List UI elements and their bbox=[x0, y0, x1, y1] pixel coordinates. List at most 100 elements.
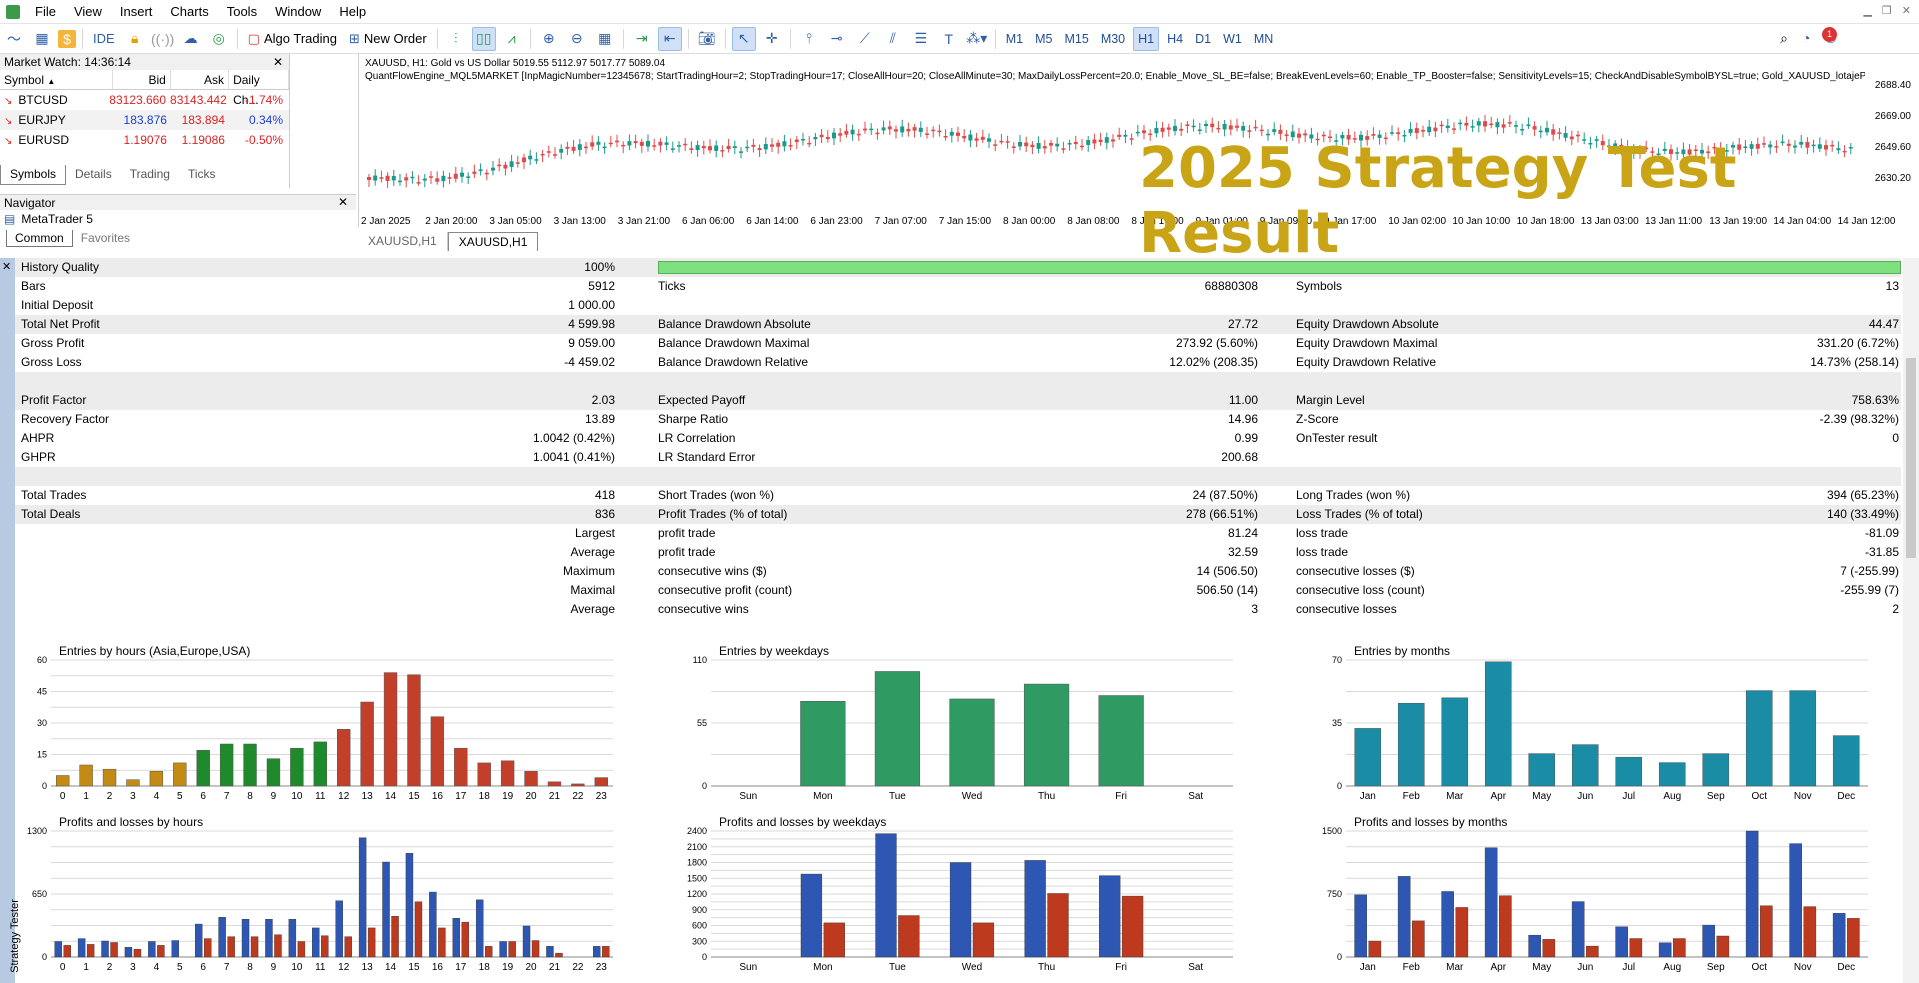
report-row: Average profit trade 32.59 loss trade -31.85 bbox=[15, 543, 1901, 562]
price-chart[interactable]: XAUUSD, H1: Gold vs US Dollar 5019.55 51… bbox=[358, 54, 1919, 266]
screenshot-icon[interactable]: 📷︎ bbox=[695, 27, 719, 51]
x-tick-label: Thu bbox=[1038, 962, 1055, 973]
signal-icon[interactable]: ((·)) bbox=[151, 27, 175, 51]
report-label: Total Net Profit bbox=[21, 317, 100, 331]
col-bid[interactable]: Bid bbox=[113, 70, 171, 89]
profiles-icon[interactable]: ▦ bbox=[30, 27, 54, 51]
tf-w1[interactable]: W1 bbox=[1219, 27, 1246, 51]
menu-tools[interactable]: Tools bbox=[218, 0, 266, 24]
market-row-eurjpy[interactable]: ↘ EURJPY 183.876 183.894 0.34% bbox=[0, 110, 289, 130]
profit-bar bbox=[101, 940, 109, 958]
candle bbox=[1427, 126, 1432, 133]
tf-m30[interactable]: M30 bbox=[1097, 27, 1129, 51]
chart-shift-icon[interactable]: ⇤ bbox=[657, 26, 682, 51]
vertical-line-icon[interactable]: ⫯ bbox=[797, 27, 821, 51]
bar bbox=[594, 777, 608, 787]
candle bbox=[422, 178, 427, 181]
vps-icon[interactable]: ◎ bbox=[207, 27, 231, 51]
tab-details[interactable]: Details bbox=[66, 165, 121, 185]
algo-trading-button[interactable]: ▢ Algo Trading bbox=[244, 27, 341, 51]
tf-mn[interactable]: MN bbox=[1250, 27, 1277, 51]
zoom-out-icon[interactable]: ⊖ bbox=[565, 27, 589, 51]
close-icon[interactable]: ✕ bbox=[338, 195, 348, 209]
cursor-icon[interactable]: ↖ bbox=[731, 26, 756, 51]
navigator-tabs: Common Favorites bbox=[6, 230, 138, 247]
report-value: 11.00 bbox=[1228, 393, 1258, 407]
channel-icon[interactable]: ⫽ bbox=[881, 27, 905, 51]
menu-file[interactable]: File bbox=[26, 0, 65, 24]
time-tick: 3 Jan 05:00 bbox=[489, 216, 542, 227]
autoscroll-icon[interactable]: ⇥ bbox=[630, 27, 654, 51]
y-tick-label: 1500 bbox=[1322, 826, 1342, 836]
tab-symbols[interactable]: Symbols bbox=[0, 165, 67, 185]
candle bbox=[1129, 138, 1134, 140]
menu-charts[interactable]: Charts bbox=[161, 0, 217, 24]
col-ask[interactable]: Ask bbox=[171, 70, 230, 89]
market-row-eurusd[interactable]: ↘ EURUSD 1.19076 1.19086 -0.50% bbox=[0, 130, 289, 150]
menu-help[interactable]: Help bbox=[330, 0, 375, 24]
loss-bar bbox=[367, 927, 376, 958]
text-icon[interactable]: T bbox=[937, 27, 961, 51]
menu-insert[interactable]: Insert bbox=[111, 0, 162, 24]
report-row: Total Net Profit 4 599.98 Balance Drawdown… bbox=[15, 315, 1901, 334]
ide-button[interactable]: IDE bbox=[89, 27, 119, 51]
menu-view[interactable]: View bbox=[65, 0, 111, 24]
report-label: Ticks bbox=[658, 279, 686, 293]
dollar-icon[interactable]: $ bbox=[58, 29, 76, 48]
col-daily-change[interactable]: Daily Ch... bbox=[229, 70, 289, 107]
y-tick-label: 15 bbox=[37, 750, 47, 760]
report-label: AHPR bbox=[21, 431, 55, 445]
y-tick-label: 0 bbox=[1337, 781, 1342, 791]
y-tick-label: 30 bbox=[37, 718, 47, 728]
shapes-icon[interactable]: ⁂▾ bbox=[965, 27, 989, 51]
line-chart-icon[interactable]: ⩘ bbox=[500, 27, 524, 51]
candle bbox=[1185, 124, 1190, 127]
bar-chart-icon[interactable]: ⫶ bbox=[444, 27, 468, 51]
trendline-icon[interactable]: ⟋ bbox=[853, 27, 877, 51]
tf-m5[interactable]: M5 bbox=[1031, 27, 1056, 51]
close-icon[interactable]: ✕ bbox=[1902, 4, 1911, 17]
tf-m1[interactable]: M1 bbox=[1002, 27, 1027, 51]
chart-tab-2[interactable]: XAUUSD,H1 bbox=[447, 232, 539, 251]
zoom-in-icon[interactable]: ⊕ bbox=[537, 27, 561, 51]
tf-d1[interactable]: D1 bbox=[1191, 27, 1215, 51]
tab-common[interactable]: Common bbox=[6, 230, 73, 247]
scroll-thumb[interactable] bbox=[1906, 358, 1916, 558]
minimize-icon[interactable]: ▁ bbox=[1863, 4, 1871, 17]
vertical-scrollbar[interactable] bbox=[1903, 258, 1919, 983]
candle bbox=[1166, 127, 1171, 130]
report-row: Maximum consecutive wins ($) 14 (506.50) co… bbox=[15, 562, 1901, 581]
candlestick-icon[interactable]: ▯▯ bbox=[471, 26, 496, 51]
market-row-btcusd[interactable]: ↘ BTCUSD 83123.660 83143.442 -1.74% bbox=[0, 90, 289, 110]
close-icon[interactable]: ✕ bbox=[273, 54, 283, 70]
tf-h4[interactable]: H4 bbox=[1163, 27, 1187, 51]
tf-h1[interactable]: H1 bbox=[1133, 26, 1160, 51]
loss-bar bbox=[1121, 895, 1144, 958]
tab-ticks[interactable]: Ticks bbox=[179, 165, 225, 185]
loss-bar bbox=[1412, 920, 1425, 958]
tab-trading[interactable]: Trading bbox=[121, 165, 179, 185]
cloud-icon[interactable]: ☁ bbox=[179, 27, 203, 51]
col-symbol[interactable]: Symbol ▲ bbox=[0, 70, 113, 89]
new-order-button[interactable]: ⊞ New Order bbox=[345, 27, 431, 51]
chart-tab-1[interactable]: XAUUSD,H1 bbox=[358, 232, 448, 251]
tab-favorites[interactable]: Favorites bbox=[73, 230, 138, 247]
grid-icon[interactable]: ▦ bbox=[593, 27, 617, 51]
horizontal-line-icon[interactable]: ⊸ bbox=[825, 27, 849, 51]
restore-icon[interactable]: ❐ bbox=[1882, 4, 1892, 17]
navigator-item[interactable]: ▤ MetaTrader 5 bbox=[4, 212, 93, 226]
notifications-icon[interactable]: ◔ bbox=[1802, 30, 1810, 47]
fibonacci-icon[interactable]: ☰ bbox=[909, 27, 933, 51]
crosshair-icon[interactable]: ✛ bbox=[760, 27, 784, 51]
search-icon[interactable]: ⌕ bbox=[1780, 30, 1788, 47]
lock-icon[interactable]: 🔒︎ bbox=[123, 27, 147, 51]
tf-m15[interactable]: M15 bbox=[1060, 27, 1092, 51]
candle bbox=[683, 143, 688, 146]
menu-window[interactable]: Window bbox=[266, 0, 330, 24]
candle bbox=[732, 146, 737, 148]
new-chart-icon[interactable]: 〜 bbox=[2, 27, 26, 51]
x-tick-label: 23 bbox=[596, 791, 608, 802]
candle bbox=[540, 153, 545, 156]
candle bbox=[1123, 134, 1128, 137]
close-icon[interactable]: ✕ bbox=[2, 260, 11, 273]
